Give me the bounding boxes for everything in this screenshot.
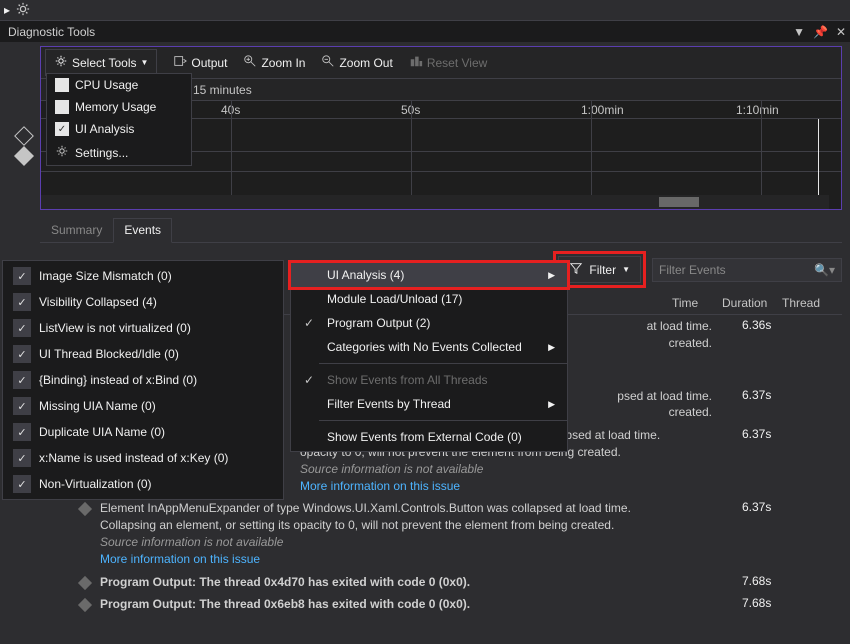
table-row[interactable]: Program Output: The thread 0x6eb8 has ex… <box>40 593 842 616</box>
chevron-down-icon: ▼ <box>622 265 630 274</box>
tabs: Summary Events <box>40 218 842 243</box>
zoom-in-icon <box>243 54 257 71</box>
diamond-icon <box>78 575 92 589</box>
reset-view-button[interactable]: Reset View <box>401 50 495 75</box>
more-info-link[interactable]: More information on this issue <box>300 478 722 495</box>
filter-icon <box>569 261 583 278</box>
output-button[interactable]: Output <box>165 50 235 75</box>
tab-events[interactable]: Events <box>113 218 172 243</box>
timeline-span: 15 minutes <box>193 83 252 97</box>
menu-item-ui-analysis[interactable]: ✓ UI Analysis <box>47 118 191 140</box>
ui-analysis-submenu: ✓Image Size Mismatch (0) ✓Visibility Col… <box>2 260 284 500</box>
pin-icon[interactable]: 📌 <box>813 25 828 39</box>
col-time[interactable]: Time <box>672 296 722 310</box>
checkbox-checked[interactable]: ✓ <box>55 122 69 136</box>
window-position-icon[interactable]: ▼ <box>793 25 805 39</box>
select-tools-button[interactable]: Select Tools ▼ <box>45 49 157 76</box>
menu-item-module[interactable]: Module Load/Unload (17) <box>291 287 567 311</box>
close-icon[interactable]: ✕ <box>836 25 846 39</box>
select-tools-menu: CPU Usage Memory Usage ✓ UI Analysis Set… <box>46 73 192 166</box>
zoom-out-button[interactable]: Zoom Out <box>313 50 400 75</box>
gear-icon[interactable] <box>16 2 30 19</box>
select-tools-label: Select Tools <box>72 56 136 70</box>
menu-item-cpu[interactable]: CPU Usage <box>47 74 191 96</box>
tab-summary[interactable]: Summary <box>40 218 113 242</box>
col-thread[interactable]: Thread <box>782 296 842 310</box>
gear-icon <box>54 54 68 71</box>
menu-item-memory[interactable]: Memory Usage <box>47 96 191 118</box>
chevron-right-icon: ▶ <box>548 342 555 353</box>
diamond-icon <box>78 502 92 516</box>
list-item[interactable]: ✓x:Name is used instead of x:Key (0) <box>3 445 283 471</box>
menu-item-by-thread[interactable]: Filter Events by Thread ▶ <box>291 392 567 416</box>
timeline-scrollbar[interactable] <box>41 195 829 209</box>
menu-item-settings[interactable]: Settings... <box>47 140 191 165</box>
list-item[interactable]: ✓Visibility Collapsed (4) <box>3 289 283 315</box>
reset-view-icon <box>409 54 423 71</box>
panel-title: Diagnostic Tools <box>8 25 95 39</box>
list-item[interactable]: ✓Non-Virtualization (0) <box>3 471 283 497</box>
search-input[interactable]: Filter Events 🔍▾ <box>652 258 842 282</box>
list-item[interactable]: ✓Duplicate UIA Name (0) <box>3 419 283 445</box>
col-duration[interactable]: Duration <box>722 296 782 310</box>
zoom-out-icon <box>321 54 335 71</box>
diamond-icon <box>78 598 92 612</box>
zoom-in-button[interactable]: Zoom In <box>235 50 313 75</box>
gear-icon <box>55 144 69 161</box>
list-item[interactable]: ✓UI Thread Blocked/Idle (0) <box>3 341 283 367</box>
filter-button[interactable]: Filter ▼ <box>558 256 641 283</box>
menu-item-all-threads: ✓ Show Events from All Threads <box>291 368 567 392</box>
diamond-icon <box>14 146 34 166</box>
table-row[interactable]: Element InAppMenuExpander of type Window… <box>40 497 842 570</box>
more-info-link[interactable]: More information on this issue <box>100 551 722 568</box>
chevron-down-icon: ▼ <box>140 58 148 67</box>
arrow-icon: ▸ <box>4 3 10 17</box>
menu-item-program-output[interactable]: ✓ Program Output (2) <box>291 311 567 335</box>
list-item[interactable]: ✓Missing UIA Name (0) <box>3 393 283 419</box>
filter-menu: UI Analysis (4) ▶ Module Load/Unload (17… <box>290 260 568 452</box>
check-icon: ✓ <box>299 316 319 330</box>
list-item[interactable]: ✓ListView is not virtualized (0) <box>3 315 283 341</box>
menu-item-categories[interactable]: Categories with No Events Collected ▶ <box>291 335 567 359</box>
search-icon: 🔍▾ <box>814 263 835 277</box>
list-item[interactable]: ✓{Binding} instead of x:Bind (0) <box>3 367 283 393</box>
chevron-right-icon: ▶ <box>548 399 555 410</box>
checkbox[interactable] <box>55 78 69 92</box>
checkbox[interactable] <box>55 100 69 114</box>
table-row[interactable]: Program Output: The thread 0x4d70 has ex… <box>40 571 842 594</box>
check-icon: ✓ <box>299 373 319 387</box>
chevron-right-icon: ▶ <box>548 270 555 281</box>
menu-item-external-code[interactable]: Show Events from External Code (0) <box>291 425 567 449</box>
output-icon <box>173 54 187 71</box>
list-item[interactable]: ✓Image Size Mismatch (0) <box>3 263 283 289</box>
diamond-icon <box>14 126 34 146</box>
menu-item-ui-analysis[interactable]: UI Analysis (4) ▶ <box>291 263 567 287</box>
